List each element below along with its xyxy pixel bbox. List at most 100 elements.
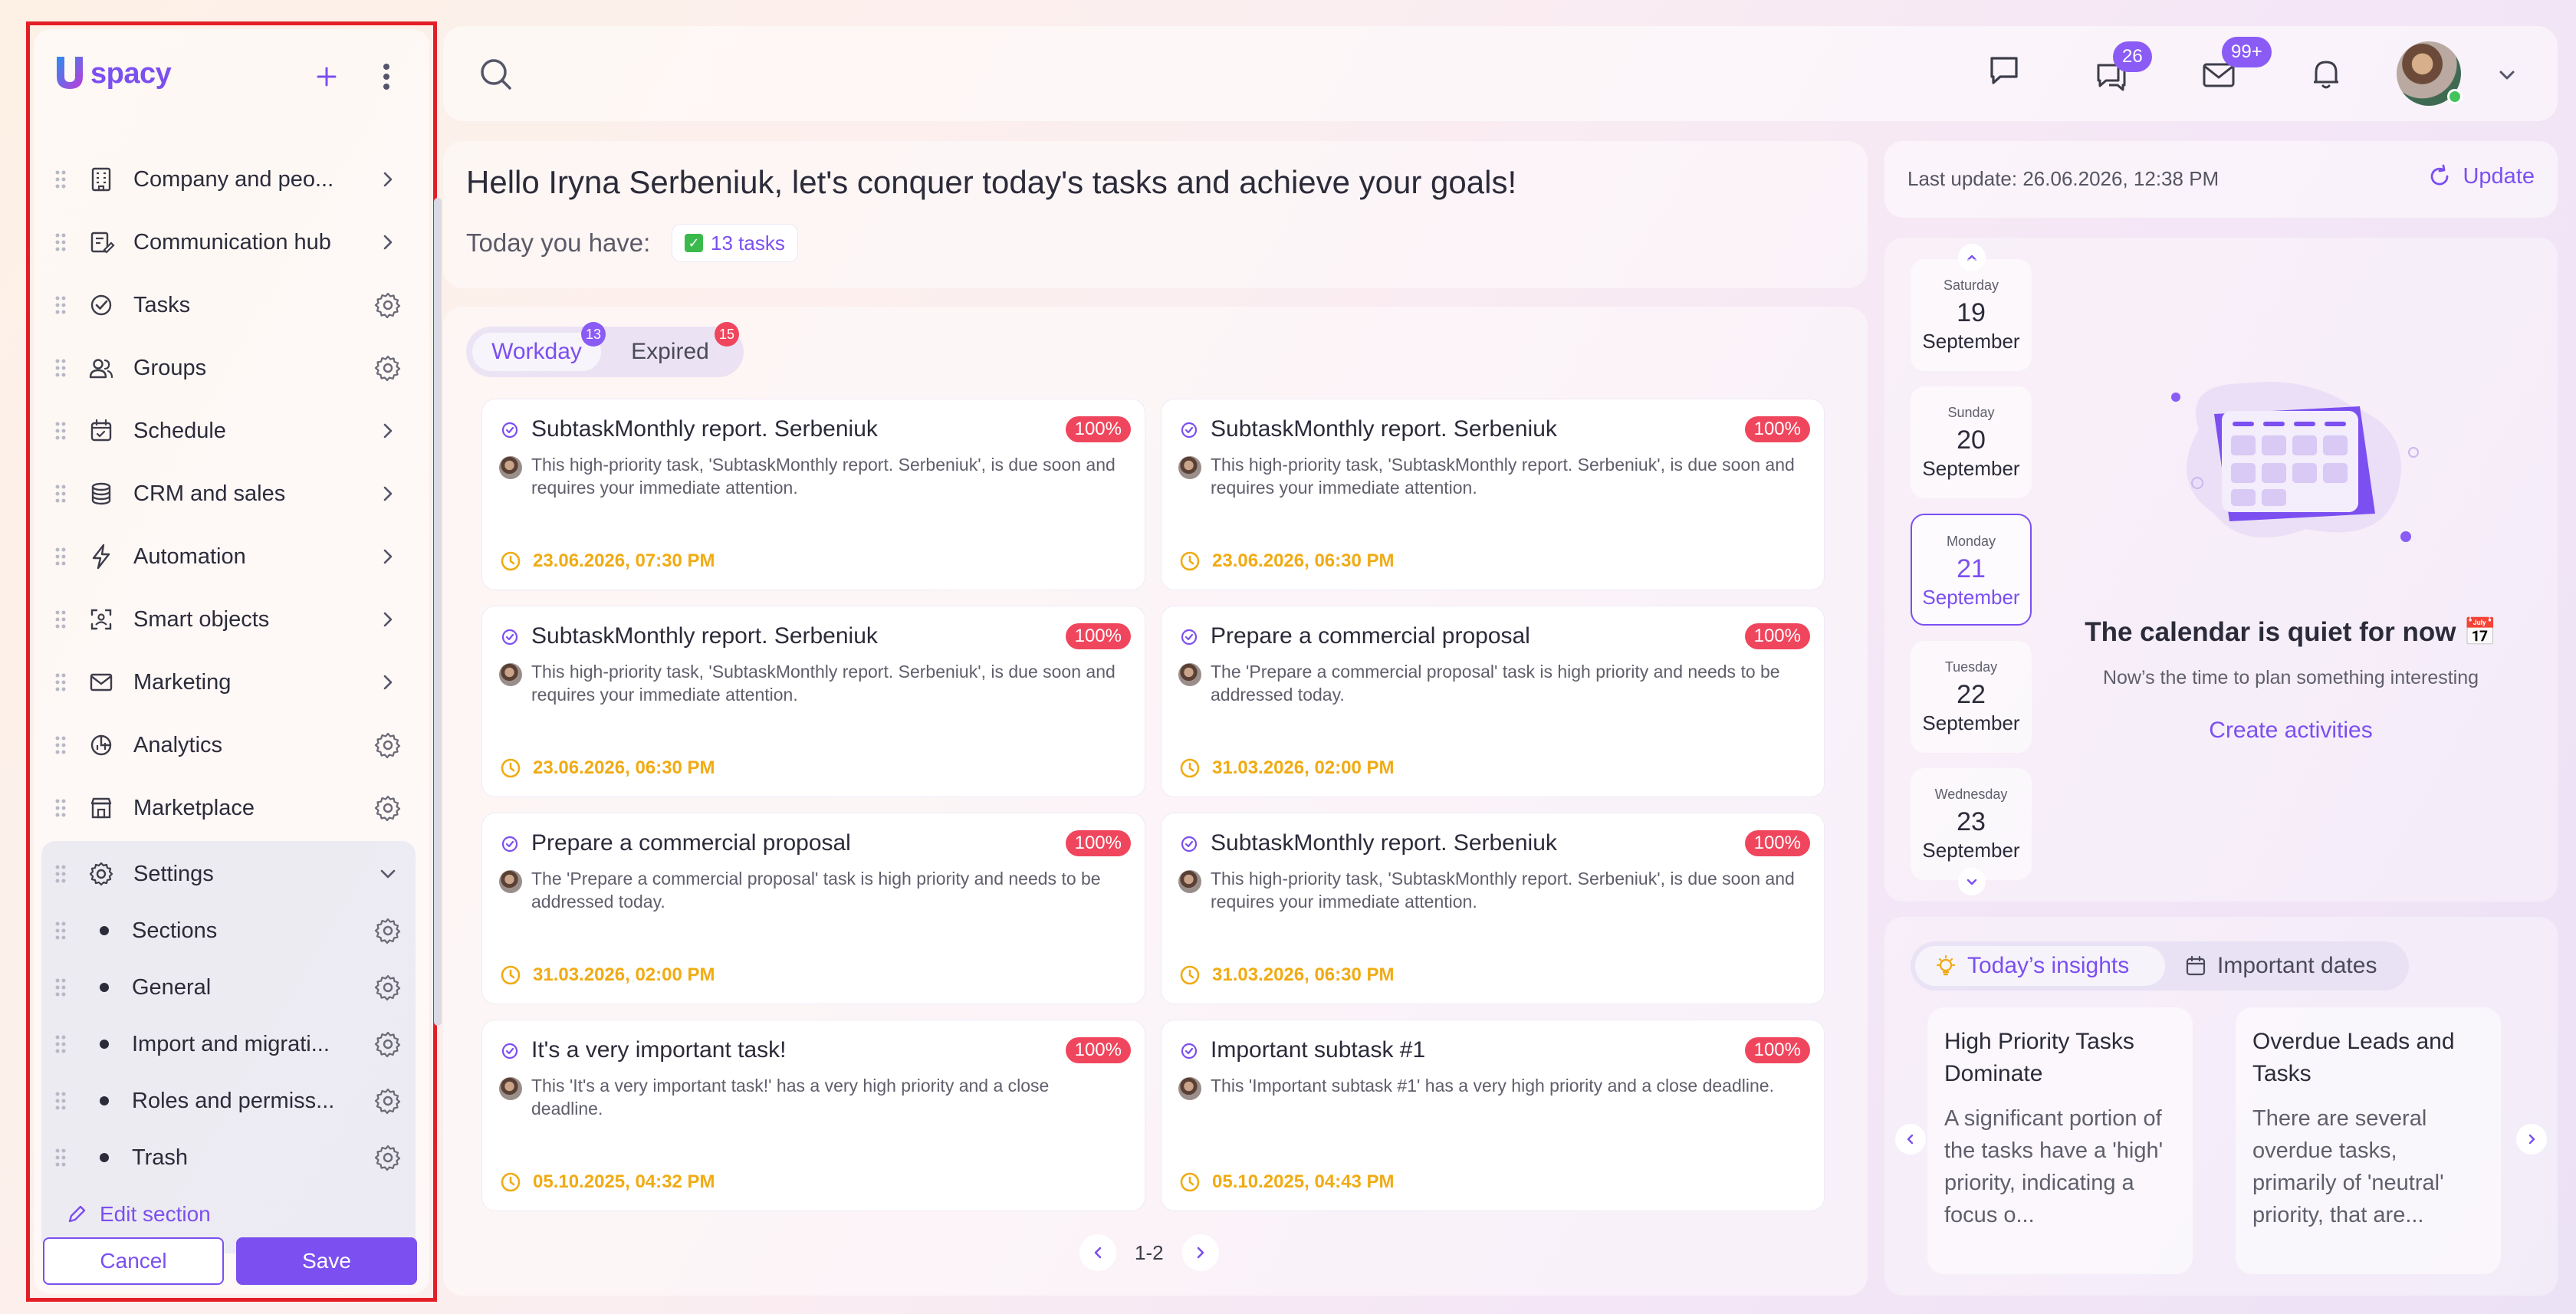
tab-expired[interactable]: Expired 15	[609, 322, 739, 371]
drag-handle-icon[interactable]	[49, 671, 72, 694]
chevron-right-icon[interactable]	[371, 603, 405, 636]
drag-handle-icon[interactable]	[49, 976, 72, 999]
gear-icon[interactable]	[371, 1027, 405, 1061]
drag-handle-icon[interactable]	[49, 797, 72, 820]
update-button[interactable]: Update	[2426, 163, 2535, 190]
tab-important-dates[interactable]: Important dates	[2171, 946, 2401, 986]
drag-handle-icon[interactable]	[49, 231, 72, 254]
prev-page-button[interactable]	[1079, 1234, 1116, 1271]
sidebar-scrollbar[interactable]	[434, 198, 442, 1026]
drag-handle-icon[interactable]	[49, 1033, 72, 1056]
calendar-day[interactable]: Wednesday 23 September	[1911, 768, 2032, 880]
chevron-right-icon[interactable]	[371, 414, 405, 448]
task-card[interactable]: It's a very important task! 100% This 'It'…	[481, 1020, 1145, 1211]
edit-section-link[interactable]: Edit section	[64, 1202, 211, 1227]
sidebar-item-company-and-peo[interactable]: Company and peo...	[49, 153, 409, 205]
gear-icon[interactable]	[371, 791, 405, 825]
settings-item-general[interactable]: General	[49, 961, 409, 1013]
sidebar-item-smart-objects[interactable]: Smart objects	[49, 593, 409, 646]
task-card[interactable]: SubtaskMonthly report. Serbeniuk 100% This…	[1161, 399, 1825, 590]
sidebar-item-automation[interactable]: Automation	[49, 531, 409, 583]
chevron-right-icon[interactable]	[371, 540, 405, 573]
bell-icon[interactable]	[2305, 52, 2348, 95]
gear-icon[interactable]	[371, 1084, 405, 1118]
drag-handle-icon[interactable]	[49, 1089, 72, 1112]
chevron-down-icon[interactable]	[371, 857, 405, 891]
progress-badge: 100%	[1744, 416, 1810, 442]
gear-icon[interactable]	[371, 351, 405, 385]
drag-handle-icon[interactable]	[49, 734, 72, 757]
cancel-button[interactable]: Cancel	[43, 1237, 224, 1285]
app-logo[interactable]: spacy	[52, 52, 172, 95]
chevron-right-icon[interactable]	[371, 477, 405, 511]
messages-icon[interactable]: 26	[2090, 41, 2152, 97]
chevron-right-icon[interactable]	[371, 163, 405, 196]
sidebar-item-settings[interactable]: Settings	[49, 848, 409, 900]
sidebar-item-tasks[interactable]: Tasks	[49, 279, 409, 331]
drag-handle-icon[interactable]	[49, 1146, 72, 1169]
drag-handle-icon[interactable]	[49, 482, 72, 505]
task-card[interactable]: SubtaskMonthly report. Serbeniuk 100% This…	[1161, 813, 1825, 1004]
next-page-button[interactable]	[1181, 1234, 1219, 1271]
sidebar-item-schedule[interactable]: Schedule	[49, 405, 409, 457]
gear-icon[interactable]	[371, 1141, 405, 1174]
sidebar-item-analytics[interactable]: Analytics	[49, 719, 409, 771]
drag-handle-icon[interactable]	[49, 356, 72, 379]
tab-todays-insights[interactable]: Today’s insights	[1915, 946, 2165, 986]
chevron-right-icon[interactable]	[371, 665, 405, 699]
sidebar-item-crm-and-sales[interactable]: CRM and sales	[49, 468, 409, 520]
calendar-day[interactable]: Saturday 19 September	[1911, 259, 2032, 371]
task-card[interactable]: SubtaskMonthly report. Serbeniuk 100% This…	[481, 606, 1145, 797]
settings-item-import-and-migrati[interactable]: Import and migrati...	[49, 1018, 409, 1070]
insight-card[interactable]: Overdue Leads and Tasks There are severa…	[2236, 1007, 2501, 1274]
drag-handle-icon[interactable]	[49, 862, 72, 885]
add-icon[interactable]	[311, 61, 342, 92]
calendar-day[interactable]: Monday 21 September	[1911, 514, 2032, 626]
drag-handle-icon[interactable]	[49, 419, 72, 442]
task-card[interactable]: Important subtask #1 100% This 'Important …	[1161, 1020, 1825, 1211]
task-card[interactable]: SubtaskMonthly report. Serbeniuk 100% This…	[481, 399, 1145, 590]
sidebar-item-label: Marketplace	[133, 795, 255, 820]
mail-icon[interactable]: 99+	[2197, 37, 2272, 97]
calendar-day[interactable]: Tuesday 22 September	[1911, 641, 2032, 753]
tasks-count-pill[interactable]: ✓ 13 tasks	[672, 224, 798, 262]
drag-handle-icon[interactable]	[49, 545, 72, 568]
task-title: SubtaskMonthly report. Serbeniuk	[1211, 416, 1557, 442]
insights-next-button[interactable]	[2516, 1124, 2547, 1155]
chevron-right-icon[interactable]	[371, 225, 405, 259]
sidebar-item-marketing[interactable]: Marketing	[49, 656, 409, 708]
tasks-panel: Workday 13 Expired 15 SubtaskMonthly rep…	[443, 307, 1868, 1296]
sidebar-item-marketplace[interactable]: Marketplace	[49, 782, 409, 834]
sidebar-item-communication-hub[interactable]: Communication hub	[49, 216, 409, 268]
gear-icon[interactable]	[371, 728, 405, 762]
insight-text: A significant portion of the tasks have …	[1944, 1106, 2164, 1227]
calendar-down-button[interactable]	[1958, 868, 1986, 895]
tab-workday[interactable]: Workday 13	[472, 322, 606, 371]
gear-icon[interactable]	[371, 914, 405, 948]
drag-handle-icon[interactable]	[49, 919, 72, 942]
settings-item-label: Import and migrati...	[132, 1031, 330, 1056]
sidebar-item-groups[interactable]: Groups	[49, 342, 409, 394]
online-status-dot	[2447, 89, 2463, 104]
gear-icon[interactable]	[371, 971, 405, 1004]
task-check-icon	[499, 626, 521, 648]
user-avatar[interactable]	[2397, 41, 2463, 106]
insight-card[interactable]: High Priority Tasks Dominate A significa…	[1927, 1007, 2193, 1274]
settings-item-roles-and-permiss[interactable]: Roles and permiss...	[49, 1075, 409, 1127]
drag-handle-icon[interactable]	[49, 168, 72, 191]
insights-prev-button[interactable]	[1895, 1124, 1926, 1155]
calendar-day[interactable]: Sunday 20 September	[1911, 386, 2032, 498]
search-icon[interactable]	[475, 54, 517, 95]
more-vertical-icon[interactable]	[371, 61, 402, 92]
save-button[interactable]: Save	[236, 1237, 417, 1285]
create-activities-link[interactable]: Create activities	[2061, 718, 2521, 744]
drag-handle-icon[interactable]	[49, 608, 72, 631]
task-card[interactable]: Prepare a commercial proposal 100% The 'Pr…	[481, 813, 1145, 1004]
settings-item-trash[interactable]: Trash	[49, 1132, 409, 1184]
drag-handle-icon[interactable]	[49, 294, 72, 317]
chat-icon[interactable]	[1983, 49, 2026, 92]
gear-icon[interactable]	[371, 288, 405, 322]
task-card[interactable]: Prepare a commercial proposal 100% The 'Pr…	[1161, 606, 1825, 797]
settings-item-sections[interactable]: Sections	[49, 905, 409, 957]
chevron-down-icon[interactable]	[2493, 61, 2521, 89]
